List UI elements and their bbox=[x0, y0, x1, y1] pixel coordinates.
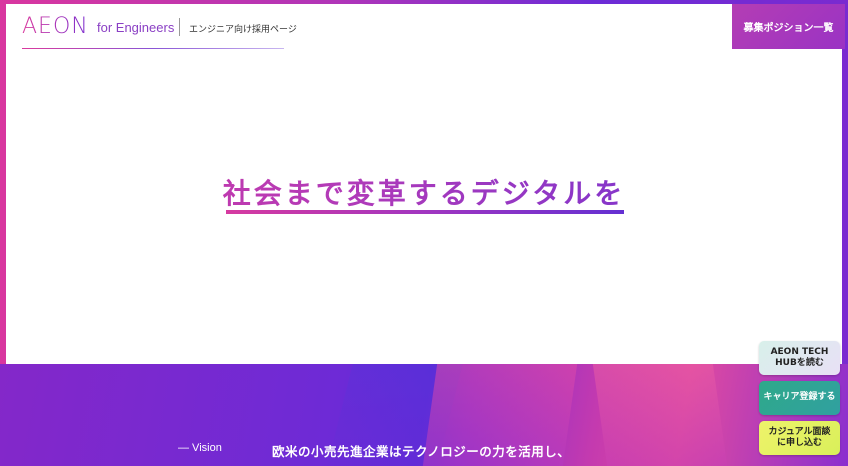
career-register-button[interactable]: キャリア登録する bbox=[759, 381, 840, 415]
tech-hub-label-line2: HUBを読む bbox=[775, 358, 824, 368]
logo-divider bbox=[179, 18, 180, 36]
casual-interview-button[interactable]: カジュアル面談 に申し込む bbox=[759, 421, 840, 455]
logo-subtitle: for Engineers bbox=[97, 20, 175, 35]
site-tagline: エンジニア向け採用ページ bbox=[189, 25, 297, 35]
casual-interview-label-line1: カジュアル面談 bbox=[768, 426, 831, 437]
vision-label: — Vision bbox=[178, 442, 222, 454]
decorative-slab bbox=[592, 364, 728, 466]
positions-list-button[interactable]: 募集ポジション一覧 bbox=[732, 4, 845, 49]
hero-headline: 社会まで変革するデジタルを bbox=[0, 172, 848, 212]
headline-underline bbox=[226, 210, 624, 214]
tech-hub-button[interactable]: AEON TECH HUBを読む bbox=[759, 341, 840, 375]
header-rule bbox=[22, 48, 284, 49]
tech-hub-label-line1: AEON TECH bbox=[770, 346, 829, 357]
vision-text: 欧米の小売先進企業はテクノロジーの力を活用し、 bbox=[272, 444, 571, 459]
casual-interview-label-line2: に申し込む bbox=[776, 438, 822, 448]
aeon-logo[interactable]: AEON bbox=[22, 14, 89, 39]
